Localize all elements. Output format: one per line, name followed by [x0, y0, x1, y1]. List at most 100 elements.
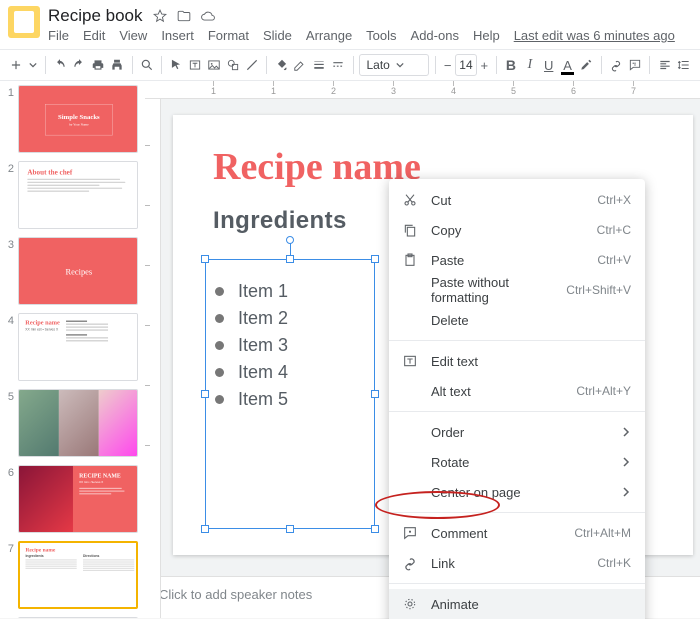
resize-handle-s[interactable]: [286, 525, 294, 533]
edit-text-icon: [401, 352, 419, 370]
link-icon: [401, 554, 419, 572]
cm-paste[interactable]: Paste Ctrl+V: [389, 245, 645, 275]
select-tool-button[interactable]: [168, 54, 185, 76]
cm-edit-text[interactable]: Edit text: [389, 346, 645, 376]
cm-center-on-page[interactable]: Center on page: [389, 477, 645, 507]
font-family-select[interactable]: Lato: [359, 54, 429, 76]
menu-bar: File Edit View Insert Format Slide Arran…: [48, 28, 675, 43]
paint-format-button[interactable]: [109, 54, 126, 76]
slide-filmstrip[interactable]: 1Simple Snacksby Your Name 2About the ch…: [0, 81, 145, 618]
align-button[interactable]: [656, 54, 673, 76]
text-color-button[interactable]: A: [559, 54, 576, 76]
cm-comment[interactable]: Comment Ctrl+Alt+M: [389, 518, 645, 548]
last-edit-link[interactable]: Last edit was 6 minutes ago: [514, 28, 675, 43]
cm-rotate[interactable]: Rotate: [389, 447, 645, 477]
animate-icon: [401, 595, 419, 613]
border-weight-button[interactable]: [311, 54, 328, 76]
menu-help[interactable]: Help: [473, 28, 500, 43]
resize-handle-n[interactable]: [286, 255, 294, 263]
resize-handle-nw[interactable]: [201, 255, 209, 263]
list-item[interactable]: Item 5: [215, 389, 288, 410]
cm-delete[interactable]: Delete: [389, 305, 645, 335]
redo-button[interactable]: [71, 54, 88, 76]
list-item[interactable]: Item 1: [215, 281, 288, 302]
resize-handle-w[interactable]: [201, 390, 209, 398]
zoom-button[interactable]: [138, 54, 155, 76]
thumb-slide-2[interactable]: 2About the chef: [4, 161, 143, 229]
comment-icon: [401, 524, 419, 542]
font-family-value: Lato: [366, 58, 389, 72]
new-slide-button[interactable]: [8, 54, 25, 76]
star-icon[interactable]: [153, 9, 167, 23]
rotate-handle[interactable]: [286, 236, 294, 244]
cm-paste-without-formatting[interactable]: Paste without formatting Ctrl+Shift+V: [389, 275, 645, 305]
cm-animate[interactable]: Animate: [389, 589, 645, 619]
image-button[interactable]: [206, 54, 223, 76]
list-item[interactable]: Item 4: [215, 362, 288, 383]
move-folder-icon[interactable]: [177, 9, 191, 23]
resize-handle-e[interactable]: [371, 390, 379, 398]
menu-addons[interactable]: Add-ons: [411, 28, 459, 43]
horizontal-ruler[interactable]: 1 1 2 3 4 5 6 7: [145, 81, 700, 99]
textbox-button[interactable]: [187, 54, 204, 76]
paste-icon: [401, 251, 419, 269]
speaker-notes-placeholder: Click to add speaker notes: [159, 587, 312, 602]
list-item[interactable]: Item 3: [215, 335, 288, 356]
menu-edit[interactable]: Edit: [83, 28, 105, 43]
bold-button[interactable]: B: [502, 54, 519, 76]
thumb-slide-8[interactable]: 8Contact: [4, 617, 143, 618]
thumb-slide-3[interactable]: 3Recipes: [4, 237, 143, 305]
menu-file[interactable]: File: [48, 28, 69, 43]
chevron-right-icon: [621, 485, 631, 500]
font-size-input[interactable]: 14: [455, 54, 477, 76]
fill-color-button[interactable]: [273, 54, 290, 76]
menu-insert[interactable]: Insert: [161, 28, 194, 43]
underline-button[interactable]: U: [540, 54, 557, 76]
cm-link[interactable]: Link Ctrl+K: [389, 548, 645, 578]
menu-format[interactable]: Format: [208, 28, 249, 43]
insert-comment-button[interactable]: [627, 54, 644, 76]
thumb-slide-4[interactable]: 4Recipe nameXX min est • Serves X: [4, 313, 143, 381]
app-header: Recipe book File Edit View Insert Format…: [0, 0, 700, 43]
thumb-slide-1[interactable]: 1Simple Snacksby Your Name: [4, 85, 143, 153]
cm-copy[interactable]: Copy Ctrl+C: [389, 215, 645, 245]
resize-handle-sw[interactable]: [201, 525, 209, 533]
cm-alt-text[interactable]: Alt text Ctrl+Alt+Y: [389, 376, 645, 406]
toolbar: Lato − 14 + B I U A: [0, 49, 700, 81]
menu-view[interactable]: View: [119, 28, 147, 43]
vertical-ruler[interactable]: [145, 99, 161, 618]
menu-slide[interactable]: Slide: [263, 28, 292, 43]
thumb-slide-6[interactable]: 6RECIPE NAMEXX min • Serves X: [4, 465, 143, 533]
canvas-area: 1 1 2 3 4 5 6 7 Recipe name Ingredients: [145, 81, 700, 618]
thumb-slide-7[interactable]: 7Recipe nameIngredientsDirections: [4, 541, 143, 609]
slides-logo[interactable]: [8, 6, 40, 38]
border-dash-button[interactable]: [330, 54, 347, 76]
font-size-decrease[interactable]: −: [442, 54, 453, 76]
menu-arrange[interactable]: Arrange: [306, 28, 352, 43]
font-size-increase[interactable]: +: [479, 54, 490, 76]
new-slide-dropdown[interactable]: [27, 61, 39, 69]
document-title[interactable]: Recipe book: [48, 6, 143, 26]
chevron-right-icon: [621, 425, 631, 440]
shape-button[interactable]: [225, 54, 242, 76]
cloud-status-icon[interactable]: [201, 9, 215, 23]
copy-icon: [401, 221, 419, 239]
line-spacing-button[interactable]: [675, 54, 692, 76]
list-item[interactable]: Item 2: [215, 308, 288, 329]
highlight-color-button[interactable]: [578, 54, 595, 76]
cut-icon: [401, 191, 419, 209]
cm-order[interactable]: Order: [389, 417, 645, 447]
context-menu: Cut Ctrl+X Copy Ctrl+C Paste Ctrl+V Past…: [389, 179, 645, 619]
italic-button[interactable]: I: [521, 54, 538, 76]
ingredients-list[interactable]: Item 1 Item 2 Item 3 Item 4 Item 5: [215, 275, 288, 416]
menu-tools[interactable]: Tools: [366, 28, 396, 43]
line-button[interactable]: [243, 54, 260, 76]
thumb-slide-5[interactable]: 5: [4, 389, 143, 457]
resize-handle-ne[interactable]: [371, 255, 379, 263]
undo-button[interactable]: [52, 54, 69, 76]
cm-cut[interactable]: Cut Ctrl+X: [389, 185, 645, 215]
insert-link-button[interactable]: [608, 54, 625, 76]
resize-handle-se[interactable]: [371, 525, 379, 533]
border-color-button[interactable]: [292, 54, 309, 76]
print-button[interactable]: [90, 54, 107, 76]
